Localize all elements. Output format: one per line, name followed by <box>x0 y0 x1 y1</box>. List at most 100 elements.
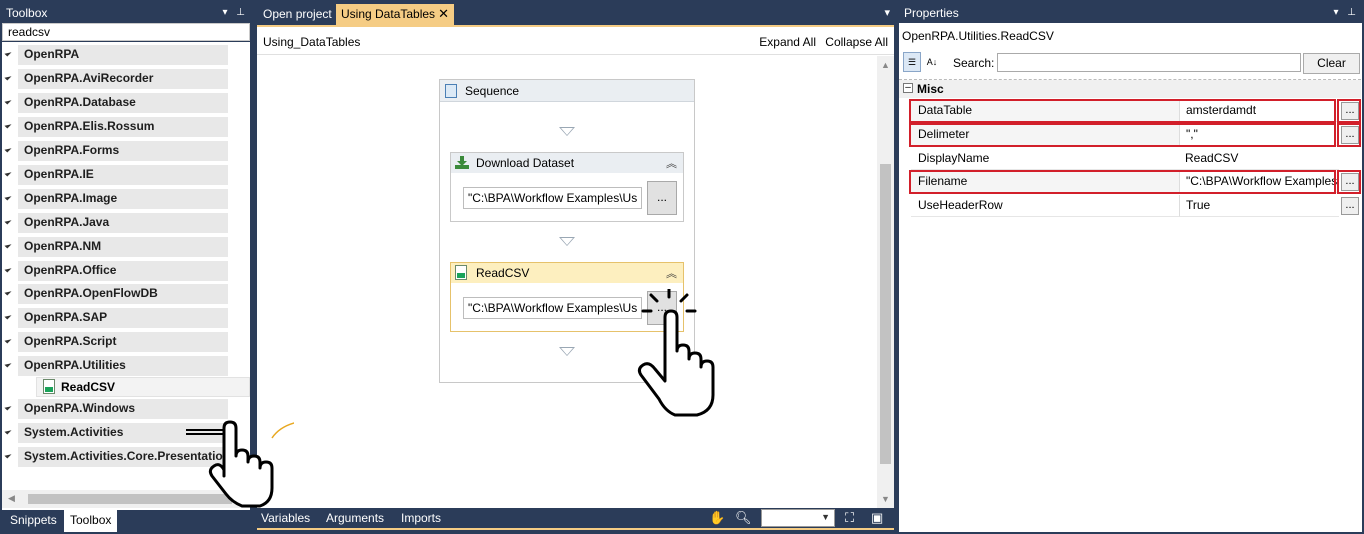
scrollbar-thumb[interactable] <box>880 164 891 464</box>
hand-pointer-icon <box>637 289 715 417</box>
breadcrumb[interactable]: Using_DataTables <box>263 35 360 49</box>
tab-imports[interactable]: Imports <box>401 511 441 525</box>
activity-title: ReadCSV <box>476 266 530 280</box>
toolbox-category-openflowdb[interactable]: OpenRPA.OpenFlowDB <box>2 283 250 305</box>
scroll-left-icon[interactable]: ◀ <box>8 493 15 504</box>
tab-snippets[interactable]: Snippets <box>4 510 63 532</box>
collapse-arrow-icon <box>4 121 12 129</box>
property-value-input[interactable]: ReadCSV <box>1179 148 1339 170</box>
tab-using-datatables[interactable]: Using DataTables ✕ <box>336 4 454 25</box>
browse-button[interactable]: ... <box>647 181 677 215</box>
property-edit-button[interactable]: ... <box>1341 126 1359 144</box>
properties-toolbar: ☰ A↓ Search: Clear <box>901 52 1361 74</box>
activity-download-dataset[interactable]: Download Dataset ︽ "C:\BPA\Workflow Exam… <box>450 152 684 222</box>
toolbox-category-avirecorder[interactable]: OpenRPA.AviRecorder <box>2 68 250 90</box>
close-icon[interactable]: ✕ <box>438 6 449 21</box>
properties-search-input[interactable] <box>997 53 1301 72</box>
category-label: OpenRPA.SAP <box>24 310 108 324</box>
tab-variables[interactable]: Variables <box>261 511 310 525</box>
expand-all-link[interactable]: Expand All <box>759 35 816 49</box>
fit-icon[interactable]: ⛶ <box>845 510 854 526</box>
property-edit-button[interactable]: ... <box>1341 173 1359 191</box>
collapse-arrow-icon <box>4 193 12 201</box>
activity-title: Download Dataset <box>476 156 575 170</box>
tab-toolbox[interactable]: Toolbox <box>64 510 118 532</box>
filename-input[interactable]: "C:\BPA\Workflow Examples\Us <box>463 297 642 319</box>
csv-file-icon <box>43 379 55 394</box>
property-name: Delimeter <box>911 124 1179 146</box>
categorized-icon[interactable]: ☰ <box>903 52 921 72</box>
pin-icon[interactable]: ⊥ <box>1347 7 1356 18</box>
drop-target-arrow-icon[interactable] <box>559 127 575 136</box>
toolbox-category-office[interactable]: OpenRPA.Office <box>2 260 250 282</box>
scroll-down-icon[interactable]: ▼ <box>881 494 890 504</box>
designer-footer: Variables Arguments Imports ✋ 🔍︎ ▼ ⛶ ▣ <box>257 508 894 530</box>
toolbox-title-bar: Toolbox ▾ ⊥ <box>0 4 253 22</box>
tab-arguments[interactable]: Arguments <box>326 511 384 525</box>
toolbox-category-ie[interactable]: OpenRPA.IE <box>2 164 250 186</box>
csv-file-icon <box>455 265 467 280</box>
category-label: OpenRPA.AviRecorder <box>24 71 154 85</box>
zoom-select[interactable]: ▼ <box>761 509 835 527</box>
pan-hand-icon[interactable]: ✋ <box>709 510 725 526</box>
property-edit-button[interactable]: ... <box>1341 197 1359 215</box>
property-value-input[interactable]: amsterdamdt <box>1179 100 1339 122</box>
toolbox-category-elis-rossum[interactable]: OpenRPA.Elis.Rossum <box>2 116 250 138</box>
dropdown-icon[interactable]: ▾ <box>884 6 890 19</box>
toolbox-category-forms[interactable]: OpenRPA.Forms <box>2 140 250 162</box>
category-label: OpenRPA <box>24 47 80 61</box>
toolbox-category-openrpa[interactable]: OpenRPA <box>2 44 250 66</box>
tab-open-project[interactable]: Open project <box>258 4 337 25</box>
toolbox-search-input[interactable] <box>2 23 250 41</box>
designer-vertical-scrollbar[interactable]: ▲ ▼ <box>877 56 894 508</box>
collapse-arrow-icon <box>4 73 12 81</box>
collapse-arrow-icon <box>4 403 12 411</box>
collapse-chevron-icon[interactable]: ︽ <box>666 155 677 171</box>
toolbox-category-utilities[interactable]: OpenRPA.Utilities <box>2 355 250 377</box>
property-row-filename: Filename "C:\BPA\Workflow Examples ... <box>909 170 1361 194</box>
property-name: DisplayName <box>911 148 1179 170</box>
collapse-all-link[interactable]: Collapse All <box>825 35 888 49</box>
drop-target-arrow-icon[interactable] <box>559 237 575 246</box>
toolbox-item-readcsv[interactable]: ReadCSV <box>36 377 250 397</box>
toolbox-category-nm[interactable]: OpenRPA.NM <box>2 236 250 258</box>
property-value-input[interactable]: "C:\BPA\Workflow Examples <box>1179 171 1339 193</box>
properties-title-bar: Properties ▾ ⊥ <box>898 4 1364 22</box>
download-icon <box>455 156 469 169</box>
toolbox-category-database[interactable]: OpenRPA.Database <box>2 92 250 114</box>
collapse-arrow-icon <box>4 241 12 249</box>
tab-label: Open project <box>263 7 332 21</box>
collapse-arrow-icon <box>4 336 12 344</box>
property-grid: – Misc DataTable amsterdamdt ... Delimet… <box>899 79 1361 219</box>
alphabetical-icon[interactable]: A↓ <box>923 52 941 72</box>
pin-icon[interactable]: ⊥ <box>236 7 245 18</box>
collapse-toggle-icon[interactable]: – <box>903 83 913 93</box>
properties-pane: Properties ▾ ⊥ OpenRPA.Utilities.ReadCSV… <box>898 0 1364 534</box>
sequence-title: Sequence <box>465 84 520 98</box>
property-value-input[interactable]: "," <box>1179 124 1339 146</box>
zoom-icon[interactable]: 🔍︎ <box>735 510 752 526</box>
category-row[interactable]: – Misc <box>899 80 1361 98</box>
clear-button[interactable]: Clear <box>1303 53 1360 74</box>
collapse-chevron-icon[interactable]: ︽ <box>666 265 677 281</box>
category-label: System.Activities <box>24 425 124 439</box>
dropdown-icon[interactable]: ▾ <box>1333 7 1338 18</box>
toolbox-category-sap[interactable]: OpenRPA.SAP <box>2 307 250 329</box>
url-input[interactable]: "C:\BPA\Workflow Examples\Us <box>463 187 642 209</box>
property-name: Filename <box>911 171 1179 193</box>
workflow-canvas[interactable]: Using_DataTables Expand All Collapse All… <box>257 25 894 508</box>
overview-icon[interactable]: ▣ <box>871 510 883 526</box>
toolbox-category-windows[interactable]: OpenRPA.Windows <box>2 398 250 420</box>
property-edit-button[interactable]: ... <box>1341 102 1359 120</box>
drop-target-arrow-icon[interactable] <box>559 347 575 356</box>
toolbox-category-java[interactable]: OpenRPA.Java <box>2 212 250 234</box>
property-row-displayname: DisplayName ReadCSV <box>911 148 1361 170</box>
category-label: OpenRPA.Image <box>24 191 118 205</box>
category-label: OpenRPA.IE <box>24 167 94 181</box>
collapse-arrow-icon <box>4 217 12 225</box>
dropdown-icon[interactable]: ▾ <box>222 7 227 18</box>
property-value-input[interactable]: True <box>1179 195 1339 217</box>
scroll-up-icon[interactable]: ▲ <box>881 60 890 70</box>
toolbox-category-script[interactable]: OpenRPA.Script <box>2 331 250 353</box>
toolbox-category-image[interactable]: OpenRPA.Image <box>2 188 250 210</box>
